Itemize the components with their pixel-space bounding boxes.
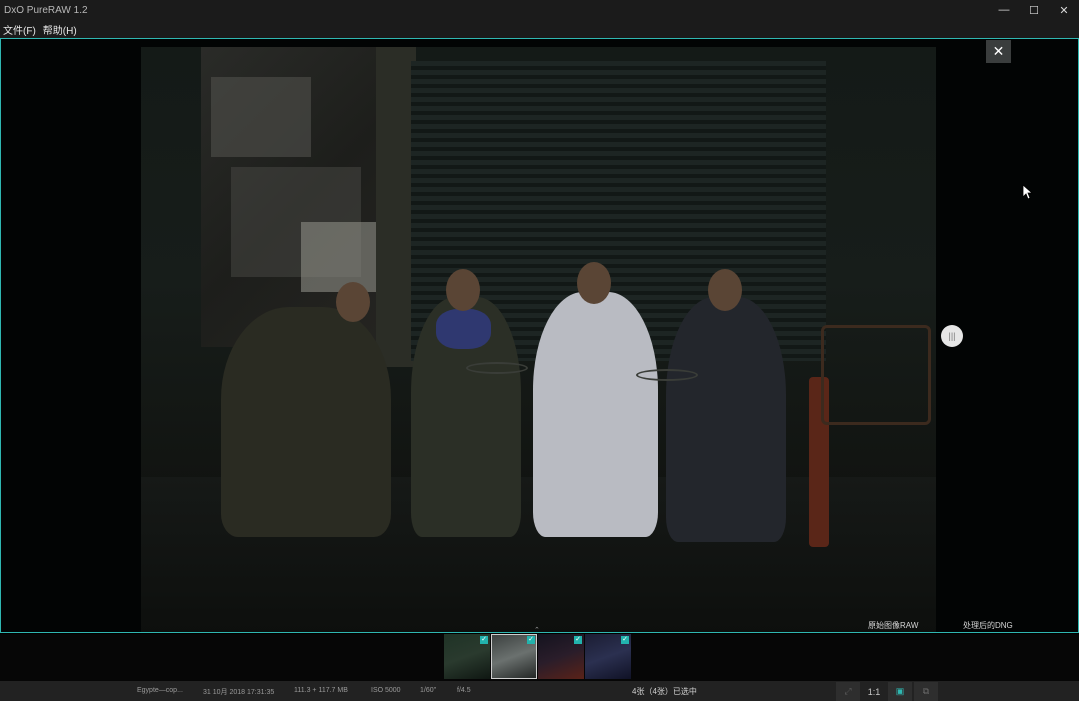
maximize-button[interactable]: ☐ [1019, 0, 1049, 20]
close-window-button[interactable]: ✕ [1049, 0, 1079, 20]
status-filesize: 111.3 + 117.7 MB [294, 687, 348, 694]
photo-person [666, 297, 786, 542]
menu-file[interactable]: 文件(F) [0, 22, 40, 37]
window-controls: — ☐ ✕ [989, 0, 1079, 20]
dng-label: 处理后的DNG [963, 621, 1013, 630]
check-icon[interactable]: ✓ [574, 636, 582, 644]
zoom-fit-button[interactable]: ⤢ [836, 682, 860, 701]
minimize-button[interactable]: — [989, 0, 1019, 20]
check-icon[interactable]: ✓ [621, 636, 629, 644]
split-handle-icon[interactable]: ||| [941, 325, 963, 347]
selection-count: 4张（4张）已选中 [632, 687, 697, 696]
photo-table [466, 362, 528, 374]
cursor-icon [1022, 184, 1034, 200]
single-view-icon[interactable]: ▣ [888, 682, 912, 701]
check-icon[interactable]: ✓ [480, 636, 488, 644]
menu-help[interactable]: 帮助(H) [40, 22, 81, 37]
photo-head [708, 269, 742, 311]
chevron-up-icon[interactable]: ⌃ [534, 626, 540, 632]
status-iso: ISO 5000 [371, 687, 401, 694]
status-filename: Egypte—cop... [137, 687, 183, 694]
close-icon[interactable]: ✕ [986, 40, 1011, 63]
title-bar: DxO PureRAW 1.2 — ☐ ✕ [0, 0, 1079, 20]
image-viewer[interactable]: ✕ ||| 原始图像RAW 处理后的DNG ⌃ [0, 38, 1079, 633]
menu-bar: 文件(F) 帮助(H) [0, 20, 1079, 38]
photo-head [577, 262, 611, 304]
raw-label: 原始图像RAW [868, 621, 919, 630]
filmstrip: ✓ ✓ ✓ ✓ [0, 634, 1079, 681]
photo-poster [211, 77, 311, 157]
thumbnail-4[interactable]: ✓ [585, 634, 631, 679]
photo-scarf [436, 309, 491, 349]
app-title: DxO PureRAW 1.2 [4, 4, 88, 16]
photo-pillar [376, 47, 416, 367]
photo-head [446, 269, 480, 311]
thumbnail-2[interactable]: ✓ [491, 634, 537, 679]
status-aperture: f/4.5 [457, 687, 471, 694]
photo-person [221, 307, 391, 537]
photo-head [336, 282, 370, 322]
thumbnail-1[interactable]: ✓ [444, 634, 490, 679]
zoom-1to1-button[interactable]: 1:1 [862, 682, 886, 701]
status-shutter: 1/60" [420, 687, 437, 694]
photo-person [533, 292, 658, 537]
status-datetime: 31 10月 2018 17:31:35 [203, 689, 275, 696]
photo-table [636, 369, 698, 381]
status-bar: Egypte—cop... 31 10月 2018 17:31:35 111.3… [0, 681, 1079, 701]
check-icon[interactable]: ✓ [527, 636, 535, 644]
photo-preview[interactable] [141, 47, 936, 632]
thumbnail-3[interactable]: ✓ [538, 634, 584, 679]
compare-view-icon[interactable]: ⧉ [914, 682, 938, 701]
photo-chair [821, 325, 931, 425]
